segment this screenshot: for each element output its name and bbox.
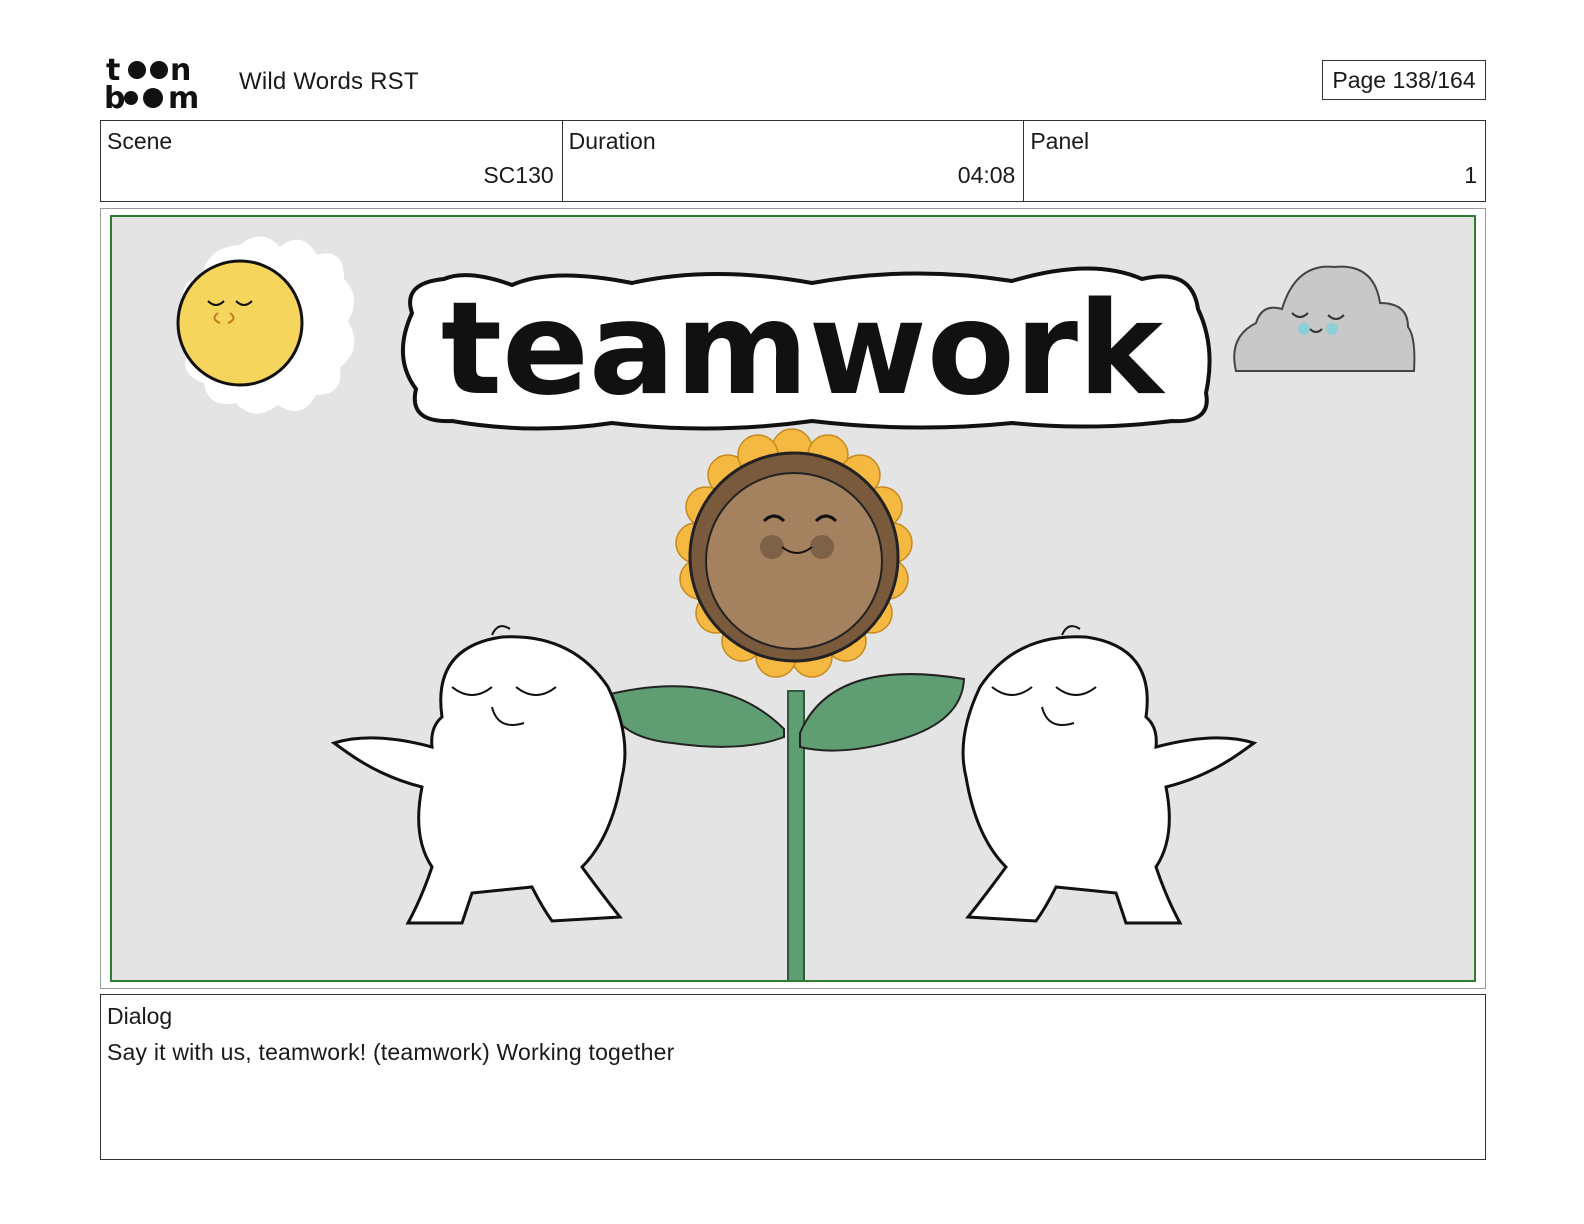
svg-text:b: b bbox=[104, 81, 125, 112]
panel-value: 1 bbox=[1464, 162, 1478, 188]
svg-text:m: m bbox=[168, 81, 199, 112]
character-left bbox=[330, 625, 627, 925]
duration-cell: Duration 04:08 bbox=[563, 121, 1025, 201]
cloud-icon bbox=[1233, 265, 1416, 372]
character-right bbox=[961, 625, 1258, 925]
project-title: Wild Words RST bbox=[239, 68, 419, 95]
toon-boom-logo: t n b m bbox=[104, 52, 216, 116]
dialog-text: Say it with us, teamwork! (teamwork) Wor… bbox=[107, 1039, 675, 1065]
sunflower-icon bbox=[604, 428, 966, 980]
dialog-label: Dialog bbox=[107, 1003, 173, 1029]
dialog-box: Dialog Say it with us, teamwork! (teamwo… bbox=[100, 994, 1486, 1160]
duration-label: Duration bbox=[568, 128, 656, 154]
scene-cell: Scene SC130 bbox=[101, 121, 563, 201]
panel-artwork: teamwork bbox=[110, 215, 1476, 982]
sun-icon bbox=[176, 236, 355, 414]
storyboard-panel: teamwork bbox=[100, 208, 1486, 989]
scene-info-table: Scene SC130 Duration 04:08 Panel 1 bbox=[100, 120, 1486, 202]
panel-cell: Panel 1 bbox=[1024, 121, 1485, 201]
duration-value: 04:08 bbox=[957, 162, 1016, 188]
scene-label: Scene bbox=[107, 128, 173, 154]
panel-label: Panel bbox=[1030, 128, 1090, 154]
teamwork-title: teamwork bbox=[401, 266, 1212, 431]
page-number: Page 138/164 bbox=[1322, 60, 1486, 100]
title-word: teamwork bbox=[441, 275, 1166, 424]
scene-value: SC130 bbox=[483, 162, 554, 188]
